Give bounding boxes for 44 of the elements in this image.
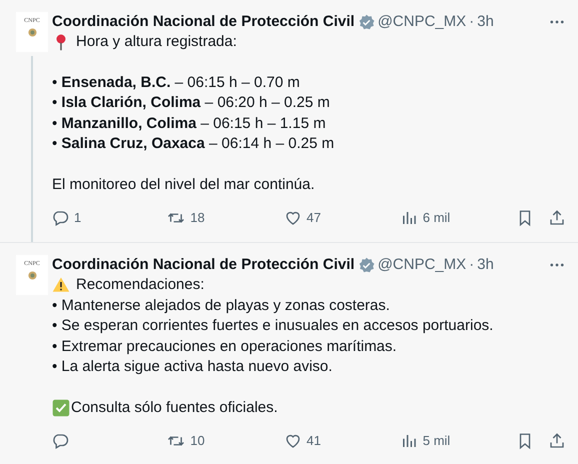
post-time[interactable]: 3h	[477, 12, 494, 32]
post-text-line: • Extremar precauciones en operaciones marítimas.	[52, 336, 397, 356]
stat-count: 5 mil	[422, 432, 450, 450]
post-text-line: • La alerta sigue activa hasta nuevo aviso.	[52, 357, 332, 377]
author-handle[interactable]: @CNPC_MX	[378, 255, 466, 275]
stat-count: 47	[306, 209, 321, 228]
warning-icon	[52, 276, 70, 294]
author-name[interactable]: Coordinación Nacional de Protección Civil	[52, 12, 355, 32]
post-text-line: • Manzanillo, Colima – 06:15 h – 1.15 m	[52, 114, 326, 134]
post-text-line: • Ensenada, B.C. – 06:15 h – 0.70 m	[52, 72, 300, 92]
separator-dot: ·	[469, 255, 474, 275]
post-text-line: • Salina Cruz, Oaxaca – 06:14 h – 0.25 m	[52, 134, 334, 154]
reply-icon	[51, 432, 69, 450]
post-text-line: Consulta sólo fuentes oficiales.	[71, 398, 278, 418]
views-button[interactable]: 5 mil	[400, 431, 516, 451]
share-icon[interactable]	[548, 209, 566, 227]
post-text-line: • Isla Clarión, Colima – 06:20 h – 0.25 m	[52, 93, 330, 113]
stat-count: 1	[74, 209, 82, 228]
share-icon[interactable]	[548, 432, 566, 450]
like-button[interactable]: 41	[284, 431, 400, 451]
separator-dot: ·	[469, 12, 474, 32]
heart-icon	[284, 209, 302, 227]
stat-count: 6 mil	[422, 209, 450, 228]
author-handle[interactable]: @CNPC_MX	[378, 12, 466, 32]
post-text-line: Recomendaciones:	[76, 275, 204, 295]
post-text-line: El monitoreo del nivel del mar continúa.	[52, 174, 315, 194]
reply-button[interactable]: 1	[51, 208, 168, 228]
stat-count: 18	[190, 209, 205, 228]
author-name[interactable]: Coordinación Nacional de Protección Civil	[52, 255, 355, 275]
repost-button[interactable]: 18	[167, 208, 284, 228]
post-text-line: • Mantenerse alejados de playas y zonas costeras.	[52, 296, 390, 316]
post-time[interactable]: 3h	[477, 255, 494, 275]
stat-count: 41	[306, 432, 321, 450]
check-icon	[52, 398, 70, 417]
post-text-line: Hora y altura registrada:	[76, 32, 237, 52]
post-text-line: • Se esperan corrientes fuertes e inusuales en accesos portuarios.	[52, 316, 494, 336]
views-button[interactable]: 6 mil	[400, 208, 516, 228]
reply-icon	[51, 209, 69, 227]
seal-icon	[28, 271, 36, 280]
repost-button[interactable]: 10	[167, 431, 284, 451]
like-button[interactable]: 47	[284, 208, 400, 228]
heart-icon	[284, 432, 302, 450]
seal-icon	[28, 28, 36, 37]
stat-count: 10	[190, 432, 205, 450]
